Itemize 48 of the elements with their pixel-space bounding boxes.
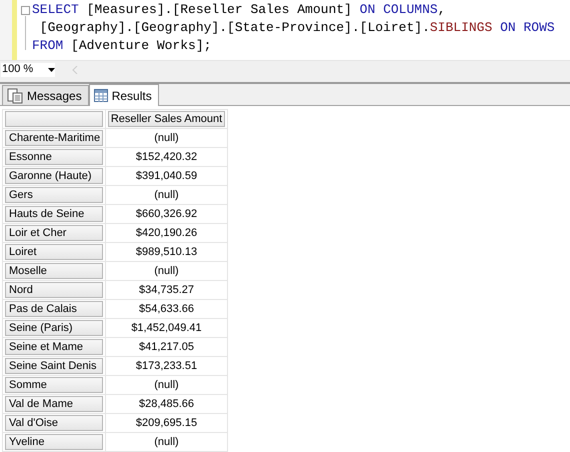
table-cell: $28,485.66 bbox=[106, 394, 228, 414]
table-cell: (null) bbox=[106, 432, 228, 452]
scroll-left-icon[interactable] bbox=[72, 66, 78, 74]
code-line: SELECT [Measures].[Reseller Sales Amount] ON COLUMNS, bbox=[32, 1, 446, 19]
table-cell: $989,510.13 bbox=[106, 242, 228, 262]
row-header[interactable]: Charente-Maritime bbox=[5, 130, 103, 146]
row-header[interactable]: Essonne bbox=[5, 149, 103, 165]
table-cell: $152,420.32 bbox=[106, 148, 228, 166]
table-cell: (null) bbox=[106, 128, 228, 148]
row-header[interactable]: Garonne (Haute) bbox=[5, 168, 103, 184]
row-header[interactable]: Hauts de Seine bbox=[5, 206, 103, 222]
change-marker-bar bbox=[12, 0, 17, 60]
tab[interactable]: Messages bbox=[2, 85, 89, 105]
row-header[interactable]: Pas de Calais bbox=[5, 301, 103, 317]
row-header[interactable]: Seine Saint Denis bbox=[5, 358, 103, 374]
document-icon bbox=[7, 88, 23, 104]
table-cell: $391,040.59 bbox=[106, 166, 228, 186]
table-cell: (null) bbox=[106, 262, 228, 280]
table-cell: $1,452,049.41 bbox=[106, 318, 228, 338]
table-cell: (null) bbox=[106, 376, 228, 394]
row-header[interactable]: Yveline bbox=[5, 434, 103, 450]
row-header[interactable]: Gers bbox=[5, 187, 103, 203]
grid-icon bbox=[94, 89, 108, 102]
table-cell: $41,217.05 bbox=[106, 338, 228, 356]
table-cell: $34,735.27 bbox=[106, 280, 228, 300]
row-header[interactable]: Seine (Paris) bbox=[5, 320, 103, 336]
row-header[interactable]: Somme bbox=[5, 377, 103, 393]
table-cell: $173,233.51 bbox=[106, 356, 228, 376]
table-cell: $420,190.26 bbox=[106, 224, 228, 242]
row-header[interactable]: Nord bbox=[5, 282, 103, 298]
row-header[interactable]: Loir et Cher bbox=[5, 225, 103, 241]
table-cell: $660,326.92 bbox=[106, 204, 228, 224]
row-header[interactable]: Val de Mame bbox=[5, 396, 103, 412]
column-header[interactable]: Reseller Sales Amount bbox=[108, 111, 225, 127]
dropdown-arrow-icon bbox=[48, 68, 55, 72]
row-header[interactable]: Seine et Mame bbox=[5, 339, 103, 355]
code-line: [Geography].[Geography].[State-Province].[Loiret].SIBLINGS ON ROWS bbox=[38, 19, 555, 37]
table-cell: (null) bbox=[106, 186, 228, 204]
table-cell: $54,633.66 bbox=[106, 300, 228, 318]
row-header[interactable]: Val d'Oise bbox=[5, 415, 103, 431]
code-line: FROM [Adventure Works]; bbox=[32, 37, 212, 55]
collapse-icon[interactable] bbox=[21, 6, 30, 15]
table-cell: $209,695.15 bbox=[106, 414, 228, 432]
row-header[interactable]: Loiret bbox=[5, 244, 103, 260]
tab[interactable]: Results bbox=[88, 84, 159, 106]
row-header[interactable]: Moselle bbox=[5, 263, 103, 279]
zoom-dropdown[interactable]: 100 % bbox=[0, 62, 56, 78]
corner-header[interactable] bbox=[5, 111, 103, 127]
